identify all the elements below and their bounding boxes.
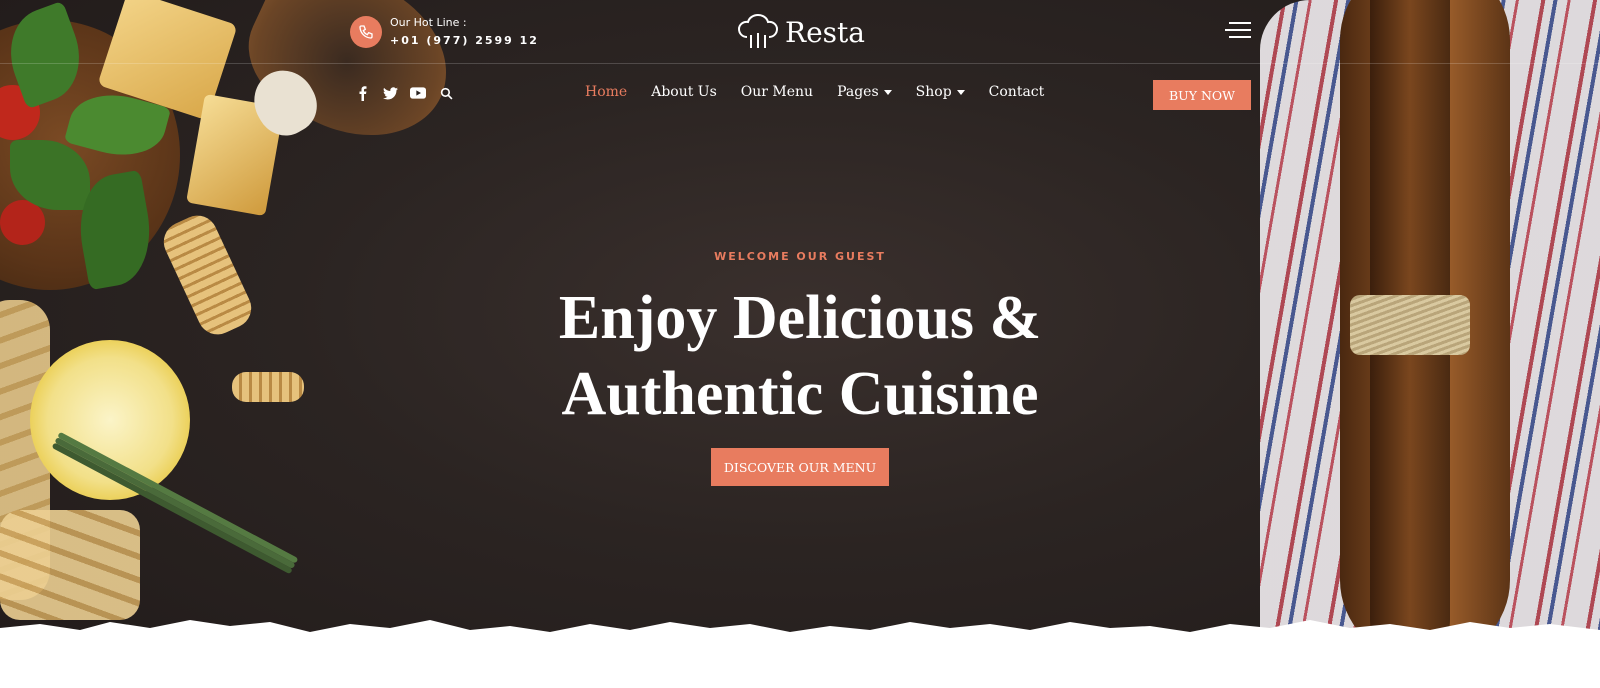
main-nav: Home About Us Our Menu Pages Shop Contac…	[585, 84, 1044, 100]
caret-down-icon	[956, 89, 965, 95]
hero-eyebrow: WELCOME OUR GUEST	[714, 250, 886, 263]
hotline-label: Our Hot Line :	[390, 16, 467, 29]
tomato-image	[0, 200, 45, 245]
social-links	[354, 85, 454, 101]
chef-hat-icon	[737, 13, 779, 48]
hero-headline: Enjoy Delicious & Authentic Cuisine	[0, 280, 1600, 432]
nav-item-about-us[interactable]: About Us	[651, 84, 717, 100]
facebook-icon[interactable]	[354, 85, 370, 101]
site-logo[interactable]: Resta	[737, 13, 865, 51]
logo-text: Resta	[785, 15, 865, 49]
nav-item-shop[interactable]: Shop	[916, 84, 965, 100]
headline-line-1: Enjoy Delicious &	[558, 284, 1042, 352]
torn-paper-edge	[0, 620, 1600, 688]
nav-label: Home	[585, 84, 628, 100]
hamburger-menu-icon[interactable]	[1225, 22, 1251, 40]
nav-item-our-menu[interactable]: Our Menu	[741, 84, 813, 100]
phone-icon[interactable]	[350, 16, 382, 48]
hotline-number[interactable]: +01 (977) 2599 12	[390, 34, 539, 47]
nav-item-pages[interactable]: Pages	[837, 84, 892, 100]
top-bar: Our Hot Line : +01 (977) 2599 12 Resta	[0, 0, 1600, 64]
nav-item-contact[interactable]: Contact	[989, 84, 1045, 100]
nav-label: Contact	[988, 84, 1045, 100]
search-icon[interactable]	[438, 85, 454, 101]
caret-down-icon	[883, 89, 892, 95]
youtube-icon[interactable]	[410, 85, 426, 101]
nav-label: Shop	[915, 84, 952, 100]
discover-menu-button[interactable]: DISCOVER OUR MENU	[711, 448, 889, 486]
nav-label: Pages	[837, 84, 879, 100]
headline-line-2: Authentic Cuisine	[561, 360, 1039, 428]
nav-item-home[interactable]: Home	[585, 84, 627, 100]
nav-label: Our Menu	[740, 84, 814, 100]
buy-now-button[interactable]: BUY NOW	[1153, 80, 1251, 110]
twitter-icon[interactable]	[382, 85, 398, 101]
hero-section: Our Hot Line : +01 (977) 2599 12 Resta H…	[0, 0, 1600, 688]
nav-label: About Us	[651, 84, 717, 100]
